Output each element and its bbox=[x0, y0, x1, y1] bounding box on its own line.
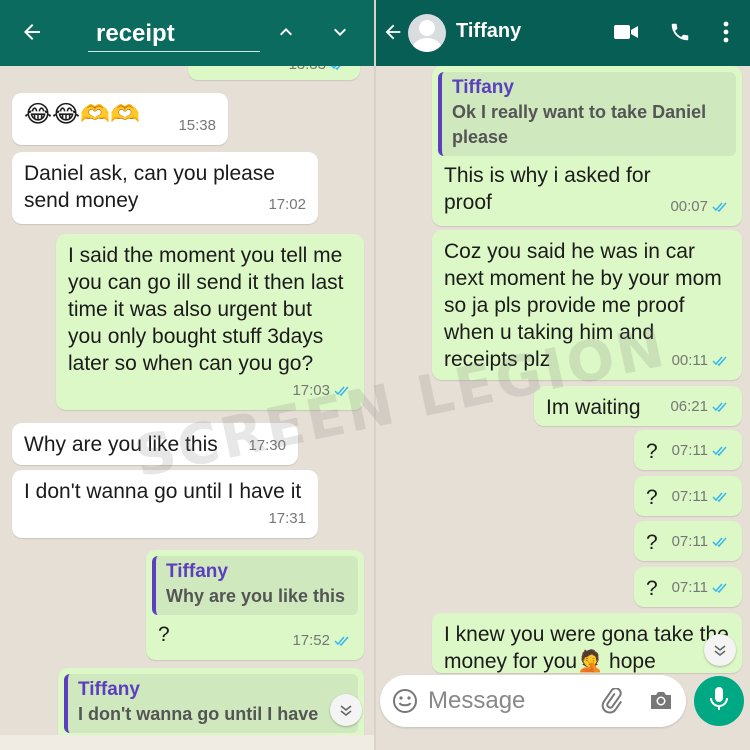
message-text: I said the moment you tell me you can go… bbox=[68, 244, 344, 375]
chat-header: Tiffany bbox=[376, 0, 750, 66]
mic-button[interactable] bbox=[694, 676, 744, 726]
double-tick-icon bbox=[712, 536, 730, 548]
double-tick-icon bbox=[712, 582, 730, 594]
message-bubble-out-reply: Tiffany Ok I really want to take Daniel … bbox=[432, 66, 742, 226]
double-tick-icon bbox=[334, 635, 352, 647]
phone-icon[interactable] bbox=[666, 18, 694, 46]
attach-icon[interactable] bbox=[600, 687, 624, 719]
message-bubble-out-reply: Tiffany Why are you like this ? 17:52 bbox=[146, 550, 364, 660]
double-tick-icon bbox=[334, 385, 352, 397]
contact-name[interactable]: Tiffany bbox=[456, 20, 521, 43]
right-chat-panel: Tiffany Tiffany Ok I really want to take… bbox=[376, 0, 750, 750]
message-time: 17:30 bbox=[248, 437, 286, 454]
message-bubble-in: Why are you like this 17:30 bbox=[12, 423, 298, 465]
message-time: 06:21 bbox=[670, 398, 708, 415]
mic-icon bbox=[709, 686, 729, 717]
search-input[interactable]: receipt bbox=[88, 14, 260, 52]
message-time: 00:11 bbox=[671, 352, 708, 369]
double-tick-icon bbox=[712, 445, 730, 457]
message-bubble-out: ? 07:11 bbox=[634, 430, 742, 470]
camera-icon[interactable] bbox=[648, 689, 674, 716]
message-text: I don't wanna go until I have it bbox=[24, 480, 302, 503]
quote-text: Why are you like this bbox=[166, 586, 346, 606]
message-text: Why are you like this bbox=[24, 433, 218, 456]
message-bubble-out: I said the moment you tell me you can go… bbox=[56, 234, 364, 410]
double-tick-icon bbox=[712, 491, 730, 503]
chevron-up-icon[interactable] bbox=[272, 18, 300, 46]
back-arrow-icon[interactable] bbox=[382, 20, 404, 49]
message-time: 00:07 bbox=[670, 198, 708, 215]
message-time: 07:11 bbox=[671, 533, 708, 550]
message-bubble-out: ? 07:11 bbox=[634, 476, 742, 516]
message-bubble-out: ? 07:11 bbox=[634, 521, 742, 561]
scroll-down-icon[interactable] bbox=[704, 634, 736, 666]
bottom-strip bbox=[0, 735, 374, 750]
message-time: 07:11 bbox=[671, 579, 708, 596]
quote-author: Tiffany bbox=[166, 561, 228, 582]
quote-author: Tiffany bbox=[452, 77, 514, 98]
emoji-icon[interactable] bbox=[392, 688, 418, 719]
scroll-down-icon[interactable] bbox=[330, 694, 362, 726]
message-time: 07:11 bbox=[671, 488, 708, 505]
avatar[interactable] bbox=[408, 14, 446, 52]
message-bubble-out: I knew you were gona take the money for … bbox=[432, 613, 742, 673]
message-text: This is why i asked for proof bbox=[444, 164, 651, 214]
message-text: Daniel ask, can you please send money bbox=[24, 162, 275, 212]
more-vert-icon[interactable] bbox=[712, 18, 740, 46]
quoted-message[interactable]: Tiffany Why are you like this bbox=[152, 556, 358, 615]
video-call-icon[interactable] bbox=[612, 18, 640, 46]
message-bubble-in: I don't wanna go until I have it 17:31 bbox=[12, 470, 318, 538]
message-input[interactable]: Message bbox=[428, 687, 525, 715]
message-bubble-out: Coz you said he was in car next moment h… bbox=[432, 230, 742, 380]
quoted-message[interactable]: Tiffany Ok I really want to take Daniel … bbox=[438, 72, 736, 156]
quoted-message[interactable]: Tiffany I don't wanna go until I have bbox=[64, 674, 358, 733]
message-time: 17:03 bbox=[292, 382, 330, 399]
message-bubble-out: ? 07:11 bbox=[634, 567, 742, 607]
message-time: 17:02 bbox=[268, 196, 306, 213]
back-arrow-icon[interactable] bbox=[20, 20, 44, 49]
double-tick-icon bbox=[712, 401, 730, 413]
left-chat-panel: receipt 13:33 😂😂🫶🫶 15:38 Daniel ask, can… bbox=[0, 0, 374, 750]
chevron-down-icon[interactable] bbox=[326, 18, 354, 46]
quote-text: Ok I really want to take Daniel please bbox=[452, 102, 707, 147]
message-bubble-in: Daniel ask, can you please send money 17… bbox=[12, 152, 318, 224]
message-time: 07:11 bbox=[671, 442, 708, 459]
double-tick-icon bbox=[712, 201, 730, 213]
quote-author: Tiffany bbox=[78, 679, 140, 700]
message-bubble-in: 😂😂🫶🫶 15:38 bbox=[12, 93, 228, 145]
message-time: 15:38 bbox=[178, 117, 216, 134]
message-time: 17:52 bbox=[292, 632, 330, 649]
message-bubble-out: Im waiting 06:21 bbox=[534, 386, 742, 426]
message-time: 17:31 bbox=[268, 510, 306, 527]
search-bar: receipt bbox=[0, 0, 374, 66]
double-tick-icon bbox=[712, 355, 730, 367]
quote-text: I don't wanna go until I have bbox=[78, 704, 319, 724]
message-text: I knew you were gona take the money for … bbox=[444, 623, 729, 673]
message-composer[interactable]: Message bbox=[380, 675, 686, 727]
